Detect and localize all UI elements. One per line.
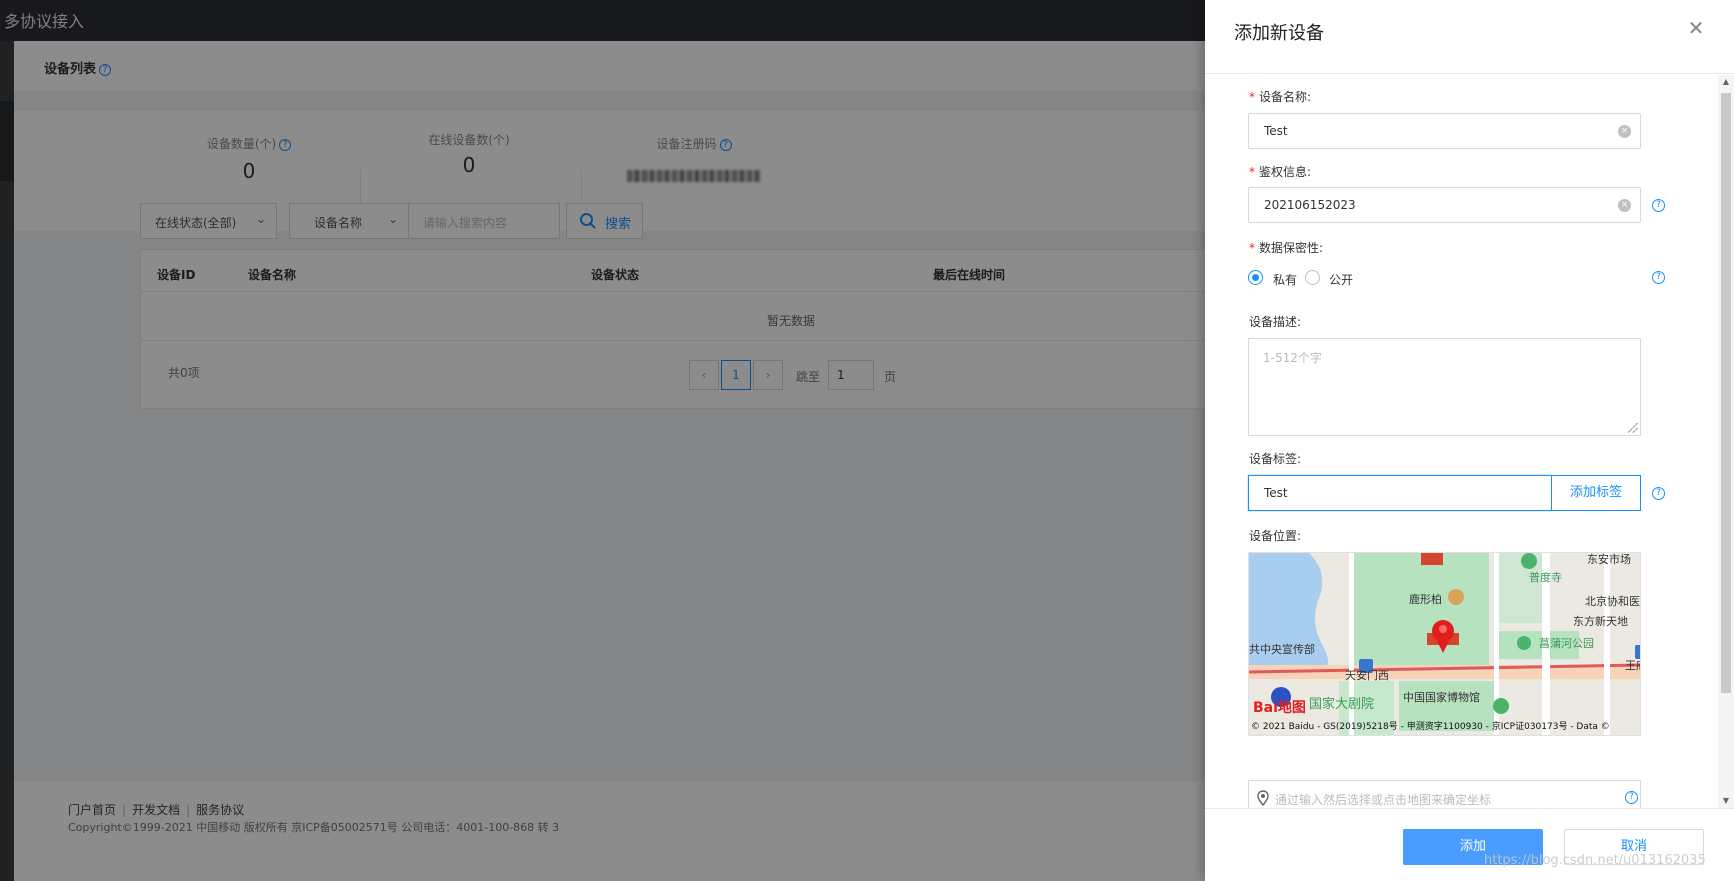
help-icon[interactable]: ?	[1652, 271, 1665, 284]
map-copyright: © 2021 Baidu - GS(2019)5218号 - 甲测资字11009…	[1251, 722, 1610, 732]
desc-label: 设备描述:	[1249, 315, 1302, 329]
drawer-footer: 添加 取消	[1205, 808, 1734, 881]
help-icon[interactable]: ?	[1652, 199, 1665, 212]
auth-info-input[interactable]: 202106152023 ×	[1248, 187, 1641, 223]
privacy-label: * 数据保密性:	[1249, 241, 1324, 255]
drawer-title: 添加新设备	[1234, 23, 1324, 44]
baidu-map-logo: Bai地图	[1253, 700, 1306, 716]
scrollbar-thumb[interactable]	[1721, 93, 1731, 693]
description-textarea[interactable]: 1-512个字	[1248, 338, 1641, 436]
map-label: 中国国家博物馆	[1403, 691, 1480, 704]
radio-private[interactable]	[1248, 270, 1263, 285]
map-label: 天安门西	[1345, 669, 1389, 682]
map-label: 鹿形柏	[1409, 593, 1442, 606]
scroll-up-arrow-icon[interactable]: ▲	[1721, 77, 1731, 87]
radio-public-label[interactable]: 公开	[1329, 271, 1353, 288]
radio-public[interactable]	[1305, 270, 1320, 285]
drawer-scrollbar[interactable]: ▲ ▼	[1718, 75, 1734, 808]
help-icon[interactable]: ?	[1625, 791, 1638, 804]
clear-icon[interactable]: ×	[1618, 199, 1631, 212]
map-label: 北京协和医	[1585, 595, 1640, 608]
name-label: * 设备名称:	[1249, 90, 1312, 104]
map-label: 共中央宣传部	[1249, 643, 1315, 656]
drawer-body: * 设备名称: Test × * 鉴权信息: 202106152023 × ? * 数…	[1205, 75, 1734, 808]
location-map[interactable]: 普度寺 鹿形柏 北京协和医 东方新天地 共中央宣传部 菖蒲河公园 天安门西 王府…	[1248, 552, 1641, 736]
map-label: 菖蒲河公园	[1539, 637, 1594, 650]
map-label: 普度寺	[1529, 571, 1562, 584]
close-icon[interactable]: ✕	[1686, 18, 1706, 38]
tag-input[interactable]: Test	[1248, 475, 1552, 511]
map-label: 东方新天地	[1573, 615, 1628, 628]
location-label: 设备位置:	[1249, 529, 1302, 543]
help-icon[interactable]: ?	[1652, 487, 1665, 500]
add-tag-button[interactable]: 添加标签	[1551, 475, 1641, 511]
resize-handle[interactable]	[1628, 423, 1638, 433]
auth-label: * 鉴权信息:	[1249, 165, 1312, 179]
device-name-input[interactable]: Test ×	[1248, 113, 1641, 149]
radio-private-label[interactable]: 私有	[1273, 271, 1297, 288]
location-pin-icon	[1257, 790, 1269, 806]
map-label: 国家大剧院	[1309, 697, 1375, 712]
map-label: 东安市场	[1587, 553, 1631, 566]
drawer-header: 添加新设备 ✕	[1205, 0, 1734, 74]
watermark: https://blog.csdn.net/u013162035	[1484, 853, 1706, 868]
location-search-input[interactable]: 通过输入然后选择或点击地图来确定坐标 ?	[1248, 780, 1641, 808]
add-device-drawer: 添加新设备 ✕ * 设备名称: Test × * 鉴权信息: 20210615202…	[1205, 0, 1734, 881]
scroll-down-arrow-icon[interactable]: ▼	[1721, 796, 1731, 806]
tags-label: 设备标签:	[1249, 452, 1302, 466]
clear-icon[interactable]: ×	[1618, 125, 1631, 138]
map-label: 王府	[1625, 659, 1640, 672]
